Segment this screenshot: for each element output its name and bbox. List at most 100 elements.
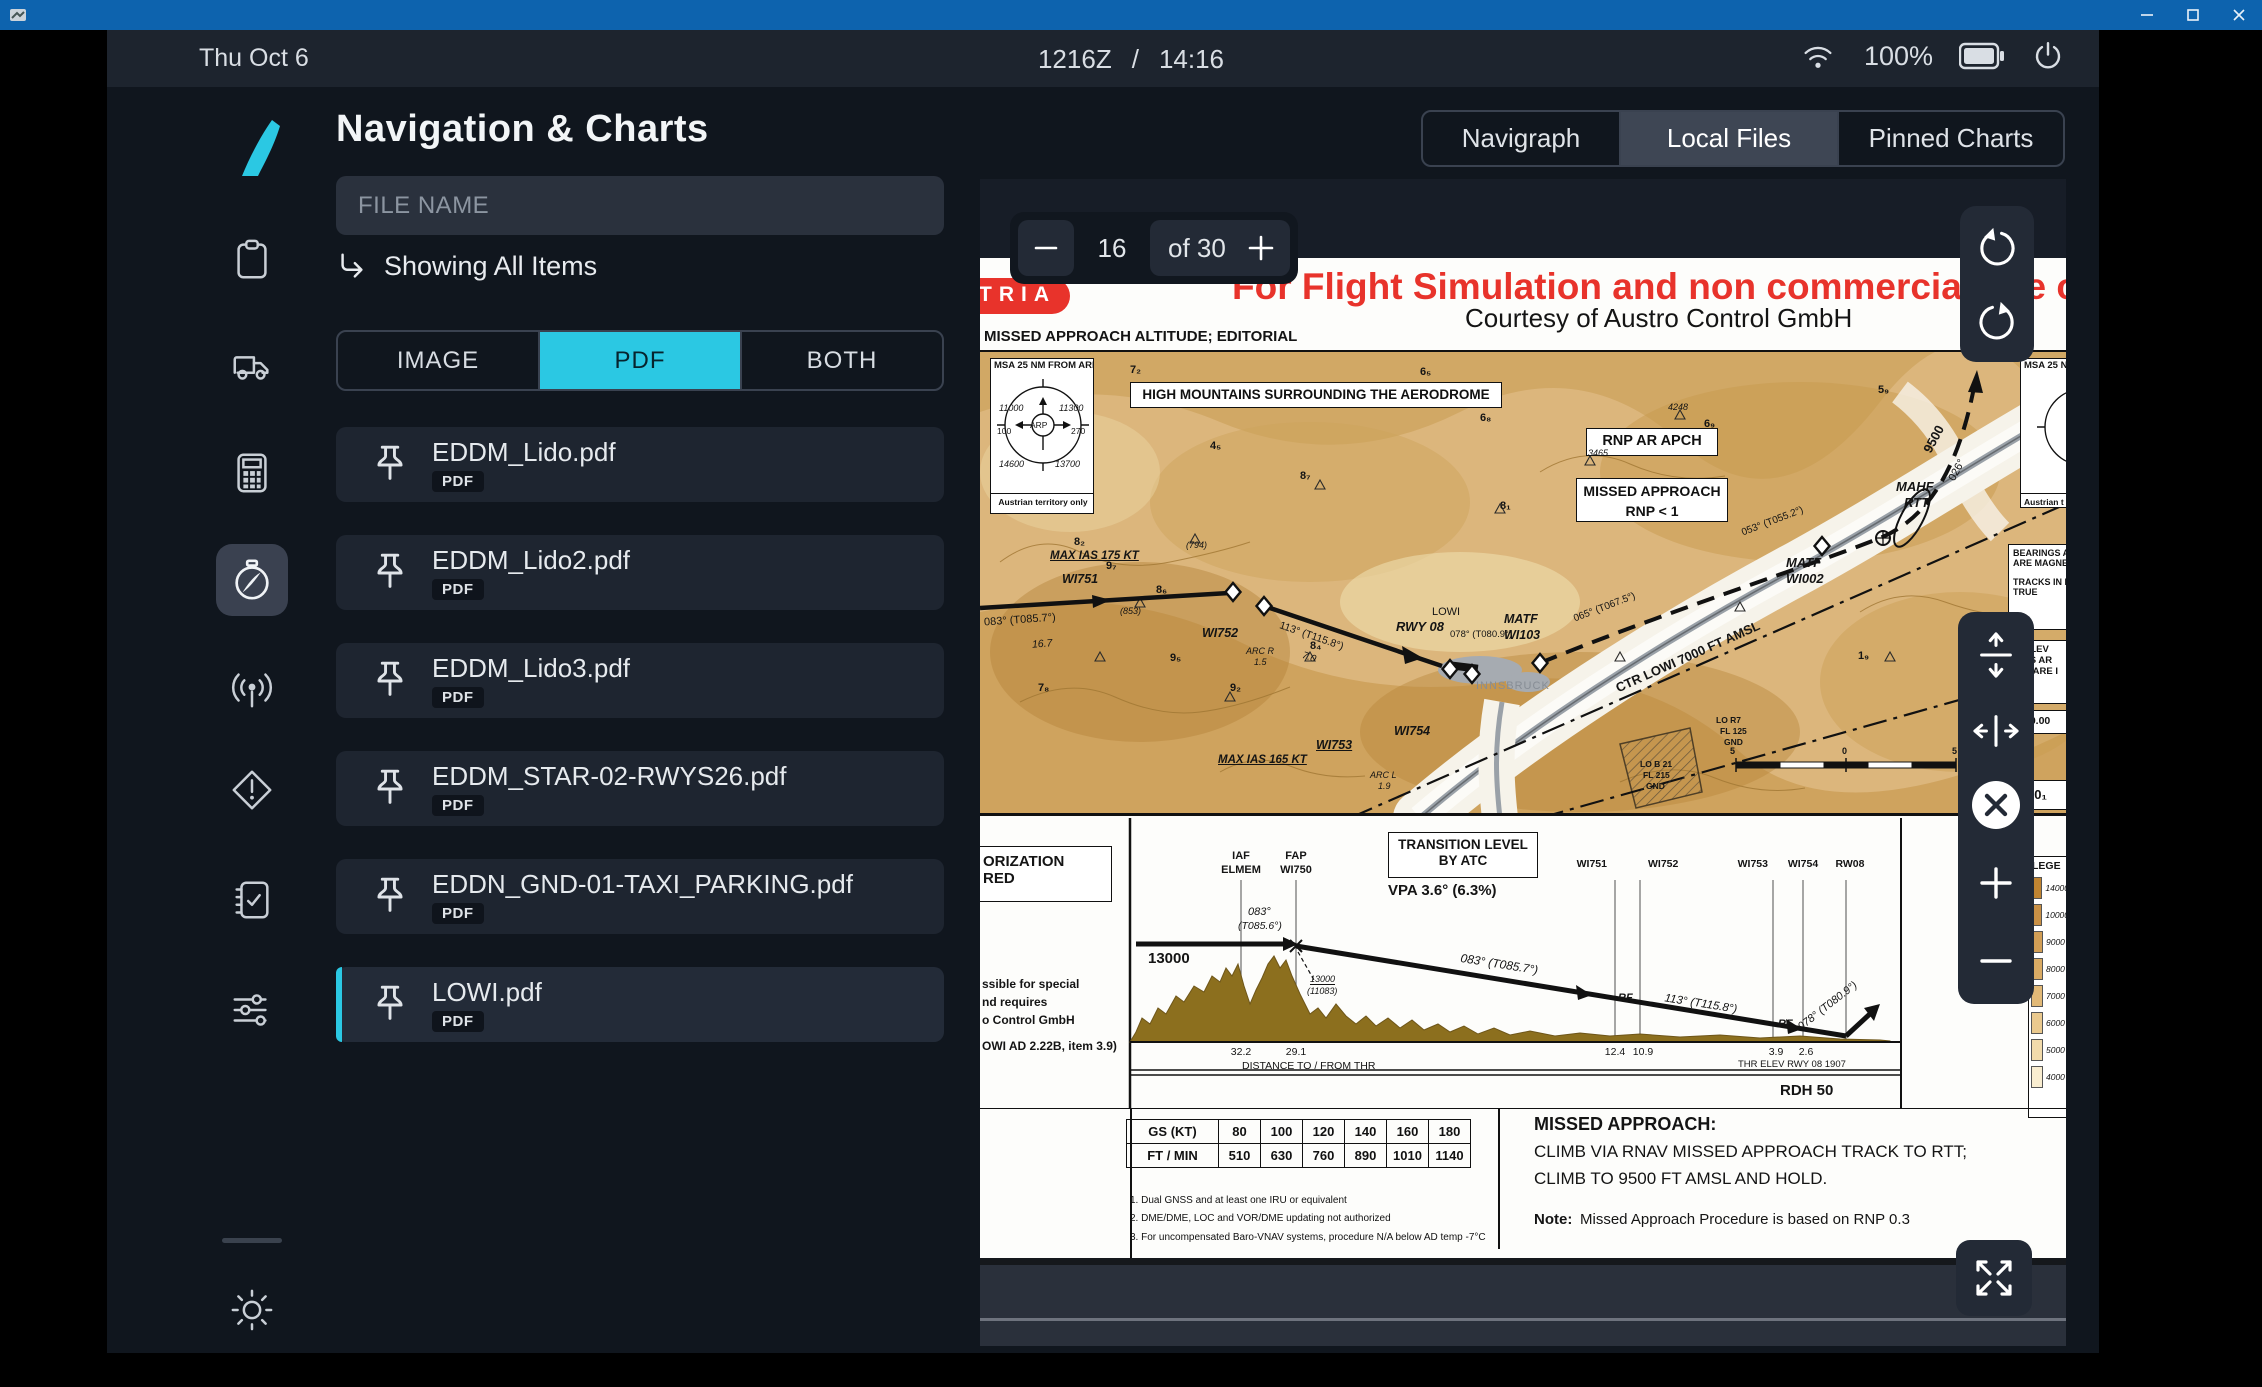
profile-distance-axis: DISTANCE TO / FROM THR	[1242, 1060, 1376, 1072]
page-navigation-bar: 16 of 30	[1010, 212, 1298, 284]
legend-value: 7000	[2046, 990, 2065, 1001]
rotate-cw-button[interactable]	[1960, 286, 2034, 358]
legend-value: 9000	[2046, 936, 2065, 947]
file-row[interactable]: EDDM_Lido.pdf PDF	[336, 427, 944, 502]
page-total-group: of 30	[1150, 220, 1290, 276]
pin-icon[interactable]	[370, 440, 410, 490]
tab-navigraph[interactable]: Navigraph	[1423, 112, 1619, 165]
chart-map: MSA 25 NM FROM ARP 11000 11300 100 270 A…	[980, 350, 2066, 816]
fullscreen-button[interactable]	[1956, 1240, 2032, 1316]
sidebar-item-checklist[interactable]	[229, 877, 275, 923]
zoom-out-button[interactable]	[1958, 926, 2034, 996]
pin-icon[interactable]	[370, 548, 410, 598]
profile-note-fragment: OWI AD 2.22B, item 3.9)	[982, 1039, 1117, 1053]
file-type-badge: PDF	[432, 471, 484, 492]
map-label-arc: ARC R	[1246, 646, 1275, 656]
legend-title: LEGE	[2032, 860, 2061, 872]
map-note-bearings: TRACKS IN BRAC	[2013, 576, 2066, 587]
app-icon	[10, 9, 26, 21]
chart-profile: TRANSITION LEVEL BY ATC IAF ELMEM FAP WI…	[980, 818, 2066, 1108]
return-arrow-icon	[341, 253, 363, 278]
sidebar-item-settings-gear[interactable]	[229, 1287, 275, 1333]
close-button[interactable]	[2216, 0, 2262, 30]
fit-height-button[interactable]	[1958, 620, 2034, 690]
tab-both[interactable]: BOTH	[740, 332, 942, 389]
maximize-button[interactable]	[2170, 0, 2216, 30]
page-prev-button[interactable]	[1018, 220, 1074, 276]
fit-width-icon	[1973, 715, 2019, 747]
spot-elevation: 5₉	[1878, 384, 1890, 396]
sidebar-item-caution[interactable]	[229, 767, 275, 813]
chart-viewer[interactable]: TRIA For Flight Simulation and non comme…	[980, 179, 2066, 1346]
brand-logo	[242, 120, 280, 176]
minus-icon	[1034, 246, 1058, 250]
file-row[interactable]: EDDM_STAR-02-RWYS26.pdf PDF	[336, 751, 944, 826]
pin-icon[interactable]	[370, 872, 410, 922]
close-chart-button[interactable]	[1958, 770, 2034, 840]
viewer-scroll-line[interactable]	[980, 1318, 2066, 1321]
profile-distance: 29.1	[1285, 1046, 1307, 1058]
file-type-badge: PDF	[432, 903, 484, 924]
spot-elevation: 7₂	[1130, 364, 1142, 376]
map-label-rwy: RWY 08	[1396, 619, 1444, 634]
fit-width-button[interactable]	[1958, 696, 2034, 766]
search-input[interactable]	[336, 176, 944, 235]
rotate-controls	[1960, 206, 2034, 362]
spot-elevation: 7₈	[1038, 682, 1050, 694]
minimize-button[interactable]	[2124, 0, 2170, 30]
profile-note-fragment: o Control GmbH	[982, 1013, 1075, 1027]
sidebar-item-calculator[interactable]	[229, 450, 275, 496]
pin-icon[interactable]	[370, 656, 410, 706]
sidebar-item-filters[interactable]	[229, 987, 275, 1033]
file-type-badge: PDF	[432, 1011, 484, 1032]
profile-fix-label: ELMEM	[1221, 864, 1261, 876]
map-label-course: 078° (T080.9°)	[1450, 629, 1512, 640]
power-icon[interactable]	[2031, 39, 2065, 73]
file-row[interactable]: EDDN_GND-01-TAXI_PARKING.pdf PDF	[336, 859, 944, 934]
file-row[interactable]: EDDM_Lido3.pdf PDF	[336, 643, 944, 718]
map-label-max-ias: MAX IAS 175 KT	[1050, 550, 1139, 562]
file-name: EDDM_Lido2.pdf	[432, 545, 630, 575]
spot-elevation: 8₂	[1074, 536, 1086, 548]
filter-status-label: Showing All Items	[384, 250, 598, 281]
pin-icon[interactable]	[370, 980, 410, 1030]
profile-course: (T085.6°)	[1238, 920, 1282, 932]
map-label-max-ias: MAX IAS 165 KT	[1218, 754, 1307, 766]
sidebar-item-clipboard[interactable]	[229, 237, 275, 283]
profile-distance: 10.9	[1632, 1046, 1654, 1058]
rotate-ccw-button[interactable]	[1960, 212, 2034, 284]
profile-altitude: 13000	[1148, 950, 1190, 967]
profile-transition-level: TRANSITION LEVEL	[1398, 837, 1528, 852]
sidebar-item-vehicle[interactable]	[229, 344, 275, 390]
zoom-in-button[interactable]	[1958, 848, 2034, 918]
file-row-selected[interactable]: LOWI.pdf PDF	[336, 967, 944, 1042]
map-label-waypoint: WI751	[1062, 572, 1099, 586]
spot-elevation: (794)	[1186, 540, 1208, 550]
tab-local-files[interactable]: Local Files	[1619, 112, 1837, 165]
profile-fix-label: WI754	[1787, 858, 1819, 870]
rail-divider	[222, 1238, 282, 1243]
tab-pdf[interactable]: PDF	[538, 332, 740, 389]
spot-elevation: (853)	[1120, 606, 1142, 616]
tab-pinned-charts[interactable]: Pinned Charts	[1837, 112, 2063, 165]
profile-transition-level: BY ATC	[1438, 852, 1488, 868]
file-name: EDDM_Lido3.pdf	[432, 653, 630, 683]
pin-icon[interactable]	[370, 764, 410, 814]
terrain-art	[980, 352, 2066, 813]
page-total: of 30	[1168, 232, 1226, 263]
spot-elevation: 9₇	[1106, 560, 1117, 572]
status-date: Thu Oct 6	[199, 44, 309, 72]
msa-title: MSA 25 NM FROM ARP	[994, 360, 1094, 371]
msa-footer: Austrian territory only	[991, 493, 1093, 507]
file-row[interactable]: EDDM_Lido2.pdf PDF	[336, 535, 944, 610]
map-label-mahf: MAHF	[1896, 479, 1934, 494]
sidebar-item-antenna[interactable]	[229, 665, 275, 711]
file-name: EDDM_Lido.pdf	[432, 437, 616, 467]
chart-page[interactable]: TRIA For Flight Simulation and non comme…	[980, 258, 2066, 1265]
sidebar-item-navigation-compass[interactable]	[229, 557, 275, 603]
missed-approach-text: CLIMB VIA RNAV MISSED APPROACH TRACK TO …	[1534, 1142, 1967, 1161]
utc-time: 1216Z	[1037, 44, 1112, 74]
tab-image[interactable]: IMAGE	[338, 332, 538, 389]
plus-icon[interactable]	[1246, 233, 1276, 263]
map-label-waypoint: WI753	[1316, 738, 1353, 752]
